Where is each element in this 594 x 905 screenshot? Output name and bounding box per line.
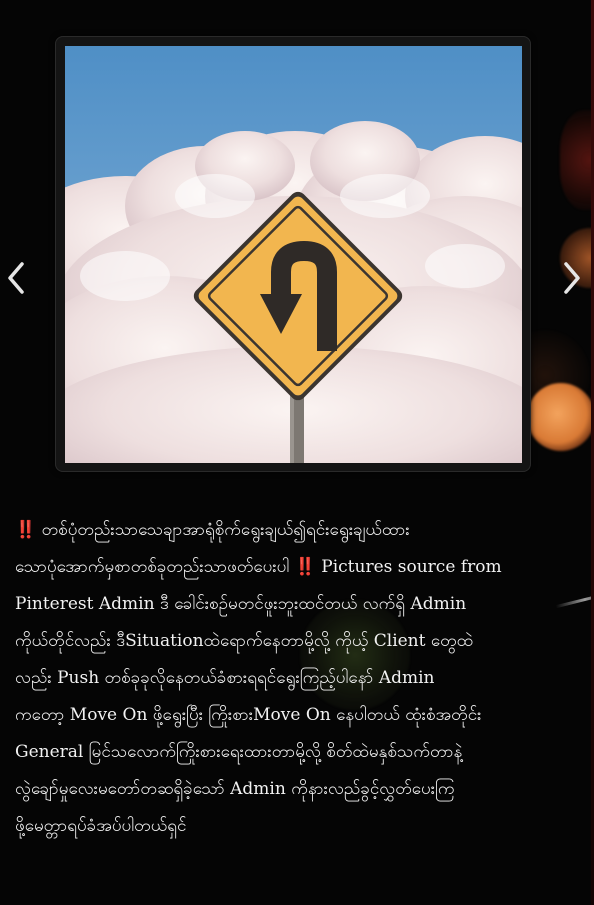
carousel-prev-button[interactable] bbox=[2, 258, 30, 298]
post-image[interactable] bbox=[65, 46, 522, 463]
double-exclamation-icon: ‼️ bbox=[15, 520, 37, 540]
carousel-next-button[interactable] bbox=[558, 258, 586, 298]
double-exclamation-icon: ‼️ bbox=[294, 557, 316, 577]
caption-line: General မြင်သလောက်ကြိုးစားရေးထားတာမို့လိ… bbox=[15, 742, 463, 762]
bokeh-light bbox=[560, 110, 594, 210]
image-carousel bbox=[55, 36, 531, 472]
u-turn-sign-photo bbox=[65, 46, 522, 463]
caption-line: ‼️ တစ်ပုံတည်းသာသေချာအာရုံစိုက်ရွေးချယ်၍ရ… bbox=[15, 512, 577, 549]
caption-text: တစ်ပုံတည်းသာသေချာအာရုံစိုက်ရွေးချယ်၍ရင်း… bbox=[41, 520, 410, 540]
bokeh-light bbox=[527, 383, 594, 451]
post-view: ‼️ တစ်ပုံတည်းသာသေချာအာရုံစိုက်ရွေးချယ်၍ရ… bbox=[0, 0, 594, 905]
caption-line: ကိုယ်တိုင်လည်း ဒီSituationထဲရောက်နေတာမို… bbox=[15, 631, 474, 651]
caption-line: ကတော့ Move On ဖို့ရွေးပြီး ကြိုးစားMove … bbox=[15, 705, 482, 725]
caption-line: Pinterest Admin ဒီ ခေါင်းစဉ်မတင်ဖူးဘူးထင… bbox=[15, 594, 467, 614]
caption-line: ဖို့မေတ္တာရပ်ခံအပ်ပါတယ်ရှင် bbox=[15, 816, 187, 836]
chevron-left-icon bbox=[8, 262, 24, 294]
caption-line: လည်း Push တစ်ခုခုလိုနေတယ်ခံစားရရင်ရွေးကြ… bbox=[15, 668, 435, 688]
caption-line: လွဲချော်မှုလေးမတော်တဆရှိခဲ့သော် Admin ကိ… bbox=[15, 779, 455, 799]
chevron-right-icon bbox=[564, 262, 580, 294]
caption-line: သောပုံအောက်မှစာတစ်ခုတည်းသာဖတ်ပေးပါ ‼️ Pi… bbox=[15, 549, 577, 586]
caption-text: သောပုံအောက်မှစာတစ်ခုတည်းသာဖတ်ပေးပါ bbox=[15, 557, 290, 577]
post-caption: ‼️ တစ်ပုံတည်းသာသေချာအာရုံစိုက်ရွေးချယ်၍ရ… bbox=[15, 512, 577, 845]
caption-text: Pictures source from bbox=[321, 557, 502, 577]
